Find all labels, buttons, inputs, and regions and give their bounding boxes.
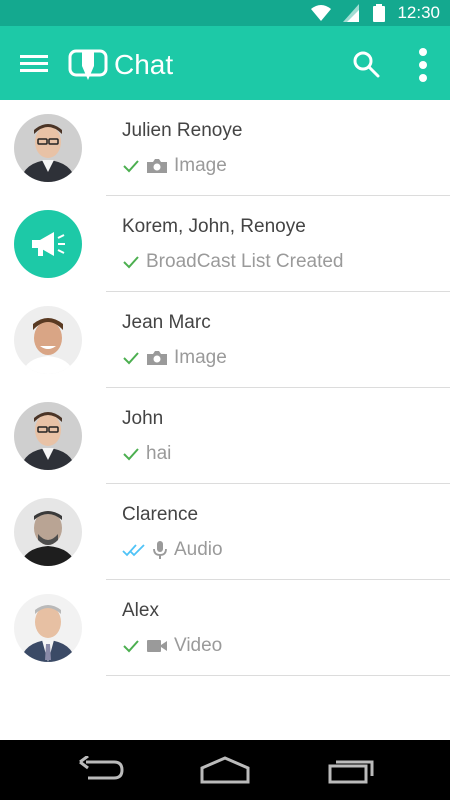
chat-name: Korem, John, Renoye — [122, 216, 306, 237]
camera-icon — [147, 351, 167, 365]
check-icon — [123, 448, 139, 461]
check-icon — [123, 352, 139, 365]
chat-message: Image — [174, 347, 227, 368]
chat-message: Image — [174, 155, 227, 176]
divider — [106, 675, 450, 676]
chat-name: Alex — [122, 600, 159, 621]
chat-message: BroadCast List Created — [146, 251, 344, 272]
check-icon — [123, 640, 139, 653]
chat-item[interactable]: Korem, John, Renoye BroadCast List Creat… — [0, 196, 450, 292]
signal-icon — [343, 4, 359, 22]
microphone-icon — [153, 541, 167, 559]
chat-name: Julien Renoye — [122, 120, 243, 141]
search-icon[interactable] — [352, 50, 380, 78]
recent-apps-icon[interactable] — [328, 756, 376, 784]
chat-name: Clarence — [122, 504, 199, 525]
broadcast-avatar — [14, 210, 82, 278]
chat-preview: Image — [122, 346, 227, 370]
status-bar: 12:30 — [0, 0, 450, 26]
more-options-icon[interactable] — [414, 46, 432, 84]
chat-name: Jean Marc — [122, 312, 211, 333]
status-time: 12:30 — [397, 3, 440, 22]
chat-item[interactable]: John hai — [0, 388, 450, 484]
chat-item[interactable]: Alex Video — [0, 580, 450, 676]
app-logo-icon — [68, 49, 108, 80]
camera-icon — [147, 159, 167, 173]
avatar — [14, 594, 82, 662]
chat-message: Audio — [174, 539, 223, 560]
check-icon — [123, 160, 139, 173]
chat-name: John — [122, 408, 164, 429]
wifi-icon — [311, 5, 331, 21]
avatar — [14, 498, 82, 566]
chat-item[interactable]: Clarence Audio — [0, 484, 450, 580]
chat-preview: Audio — [122, 538, 223, 562]
chat-item[interactable]: Julien Renoye Image — [0, 100, 450, 196]
chat-preview: BroadCast List Created — [122, 250, 344, 274]
battery-icon — [373, 4, 385, 22]
system-nav-bar — [0, 740, 450, 800]
chat-preview: Video — [122, 634, 222, 658]
avatar — [14, 402, 82, 470]
megaphone-icon — [32, 232, 65, 256]
home-icon[interactable] — [200, 756, 250, 784]
check-icon — [123, 256, 139, 269]
avatar — [14, 114, 82, 182]
chat-message: hai — [146, 443, 172, 464]
chat-preview: hai — [122, 442, 171, 466]
app-title: Chat — [114, 49, 174, 80]
chat-item[interactable]: Jean Marc Image — [0, 292, 450, 388]
chat-preview: Image — [122, 154, 227, 178]
avatar — [14, 306, 82, 374]
double-check-icon — [122, 544, 145, 557]
chat-message: Video — [174, 635, 223, 656]
back-icon[interactable] — [78, 756, 124, 784]
app-bar: Chat — [0, 26, 450, 100]
hamburger-menu-icon[interactable] — [20, 51, 48, 75]
video-icon — [147, 640, 167, 652]
